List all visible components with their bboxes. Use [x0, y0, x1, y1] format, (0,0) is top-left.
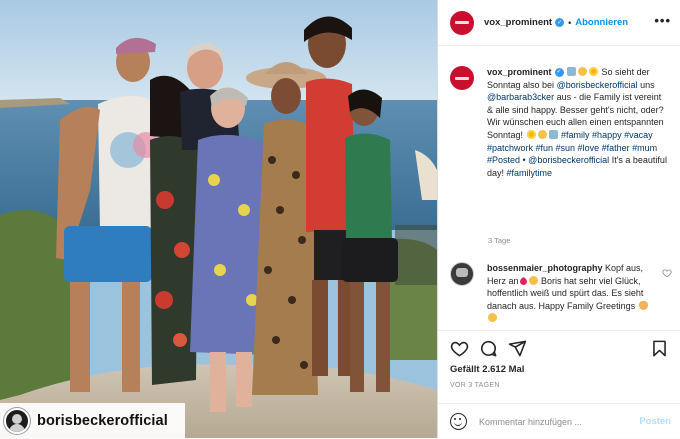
more-options-icon[interactable]: •••	[654, 14, 671, 27]
mention-boris[interactable]: @borisbeckerofficial	[557, 80, 638, 90]
verified-badge-icon: ✓	[555, 18, 565, 27]
vox-avatar[interactable]	[450, 10, 474, 35]
header-username[interactable]: vox_prominent	[484, 17, 552, 28]
family-photo-illustration	[0, 0, 437, 438]
post-photo[interactable]: borisbeckerofficial	[0, 0, 437, 438]
hashtag-familytime[interactable]: #familytime	[507, 168, 553, 178]
likes-count[interactable]: Gefällt 2.612 Mal	[450, 364, 524, 375]
heart-emoji-icon	[518, 276, 528, 287]
watermark-username: borisbeckerofficial	[37, 412, 168, 429]
sun-emoji-icon	[526, 129, 536, 139]
verified-badge-icon: ✓	[554, 68, 564, 78]
caption-username[interactable]: vox_prominent	[487, 67, 552, 77]
follow-button[interactable]: Abonnieren	[575, 17, 628, 28]
mention-barbara[interactable]: @barbarab3cker	[487, 92, 554, 102]
caption-part-2: uns	[637, 79, 655, 90]
share-paper-plane-icon[interactable]	[508, 339, 527, 358]
emoji-picker-icon[interactable]	[450, 413, 467, 430]
instagram-post-window: borisbeckerofficial vox_prominent ✓ • Ab…	[0, 0, 680, 438]
post-actions: Gefällt 2.612 Mal VOR 3 TAGEN Posten	[438, 330, 680, 438]
clap-emoji-icon	[638, 300, 648, 310]
ship-emoji-icon	[567, 67, 577, 76]
ship-emoji-icon	[548, 129, 558, 139]
smile-emoji-icon	[488, 313, 497, 323]
comment-item: bossenmaier_photography Kopf aus, Herz a…	[450, 262, 672, 325]
post-panel: vox_prominent ✓ • Abonnieren ••• vox_pro…	[437, 0, 680, 438]
watermark-badge: borisbeckerofficial	[0, 403, 185, 438]
post-timestamp[interactable]: VOR 3 TAGEN	[450, 382, 500, 389]
caption-age: 3 Tage	[488, 236, 511, 245]
smile-emoji-icon	[528, 275, 538, 285]
sun-emoji-icon	[589, 67, 599, 76]
action-icons	[450, 339, 670, 361]
header-separator: •	[568, 17, 572, 28]
comment-like-icon[interactable]	[662, 268, 672, 278]
save-bookmark-icon[interactable]	[650, 339, 669, 358]
comment-text: bossenmaier_photography Kopf aus, Herz a…	[487, 262, 655, 325]
comment-input[interactable]	[479, 416, 629, 427]
post-comment-button[interactable]: Posten	[639, 416, 671, 427]
watermark-avatar	[4, 407, 30, 434]
post-header: vox_prominent ✓ • Abonnieren •••	[438, 0, 680, 46]
sunglasses-emoji-icon	[537, 129, 547, 139]
comment-bubble-icon[interactable]	[479, 339, 498, 358]
commenter-username[interactable]: bossenmaier_photography	[487, 263, 603, 273]
caption-avatar[interactable]	[450, 66, 474, 90]
post-caption: vox_prominent ✓ So sieht der Sonntag also…	[450, 66, 672, 179]
add-comment-bar: Posten	[438, 403, 680, 439]
sunglasses-emoji-icon	[578, 67, 588, 76]
caption-text: vox_prominent ✓ So sieht der Sonntag also…	[487, 66, 667, 179]
like-heart-icon[interactable]	[450, 339, 469, 358]
commenter-avatar[interactable]	[450, 262, 474, 286]
